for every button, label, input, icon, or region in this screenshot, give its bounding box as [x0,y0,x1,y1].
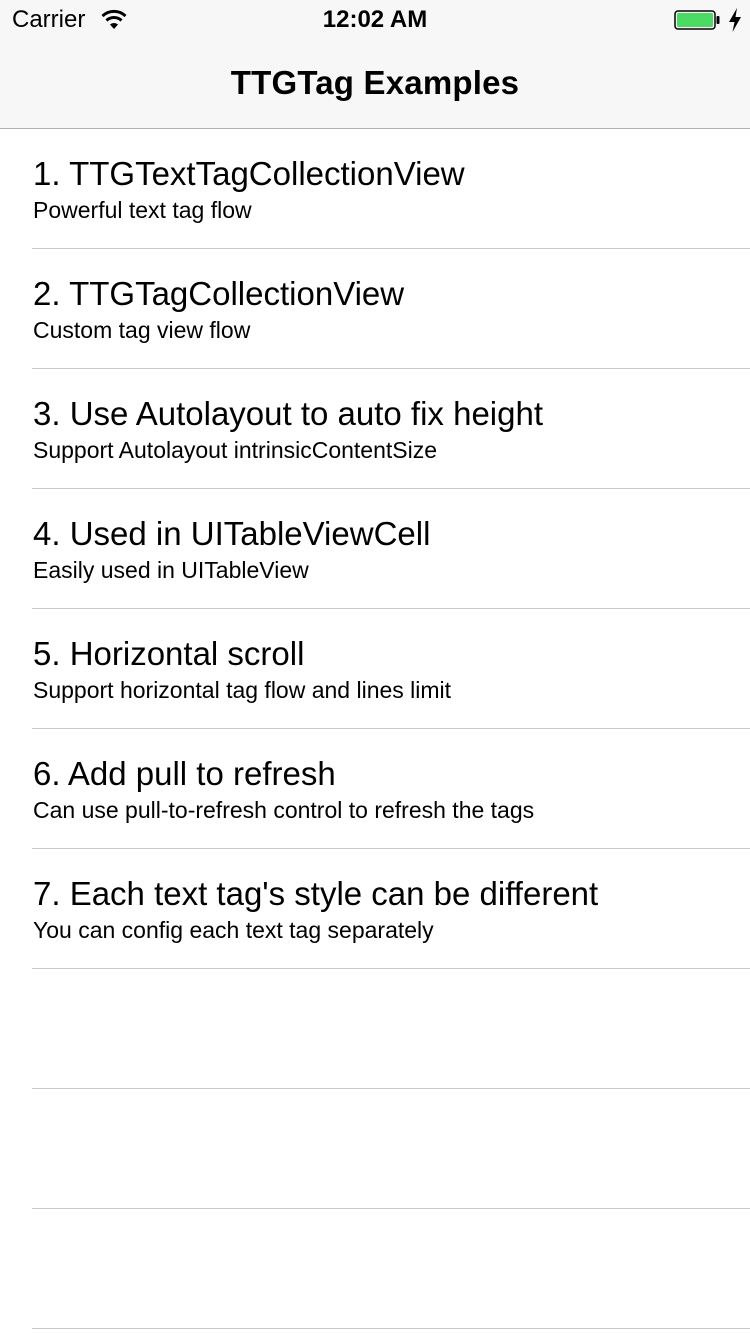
row-subtitle: Can use pull-to-refresh control to refre… [33,797,535,823]
battery-icon [674,10,720,30]
table-row[interactable]: 5. Horizontal scroll Support horizontal t… [0,609,750,729]
row-title: 7. Each text tag's style can be differen… [33,875,599,912]
table-row[interactable]: 7. Each text tag's style can be differen… [0,849,750,969]
table-row[interactable]: 4. Used in UITableViewCell Easily used in… [0,489,750,609]
row-subtitle: Powerful text tag flow [33,197,252,223]
status-bar: Carrier 12:02 AM [0,0,750,40]
empty-row [0,969,750,1089]
row-subtitle: Easily used in UITableView [33,557,309,583]
row-title: 2. TTGTagCollectionView [33,275,405,312]
row-title: 6. Add pull to refresh [33,755,336,792]
table-row[interactable]: 1. TTGTextTagCollectionView Powerful text… [0,129,750,249]
table-row[interactable]: 2. TTGTagCollectionView Custom tag view f… [0,249,750,369]
row-title: 4. Used in UITableViewCell [33,515,431,552]
empty-table-rows [0,969,750,1329]
status-time: 12:02 AM [322,6,428,33]
row-title: 3. Use Autolayout to auto fix height [33,395,544,432]
empty-row [0,1209,750,1329]
examples-table: 1. TTGTextTagCollectionView Powerful text… [0,129,750,969]
row-subtitle: Support Autolayout intrinsicContentSize [33,437,438,463]
charging-bolt-icon [729,8,741,32]
empty-row [0,1089,750,1209]
row-title: 5. Horizontal scroll [33,635,305,672]
row-subtitle: Custom tag view flow [33,317,251,343]
page-title: TTGTag Examples [230,64,520,101]
navigation-bar: TTGTag Examples [0,40,750,129]
row-subtitle: Support horizontal tag flow and lines li… [33,677,452,703]
table-row[interactable]: 6. Add pull to refresh Can use pull-to-re… [0,729,750,849]
table-row[interactable]: 3. Use Autolayout to auto fix height Supp… [0,369,750,489]
row-title: 1. TTGTextTagCollectionView [33,155,465,192]
row-subtitle: You can config each text tag separately [33,917,434,943]
